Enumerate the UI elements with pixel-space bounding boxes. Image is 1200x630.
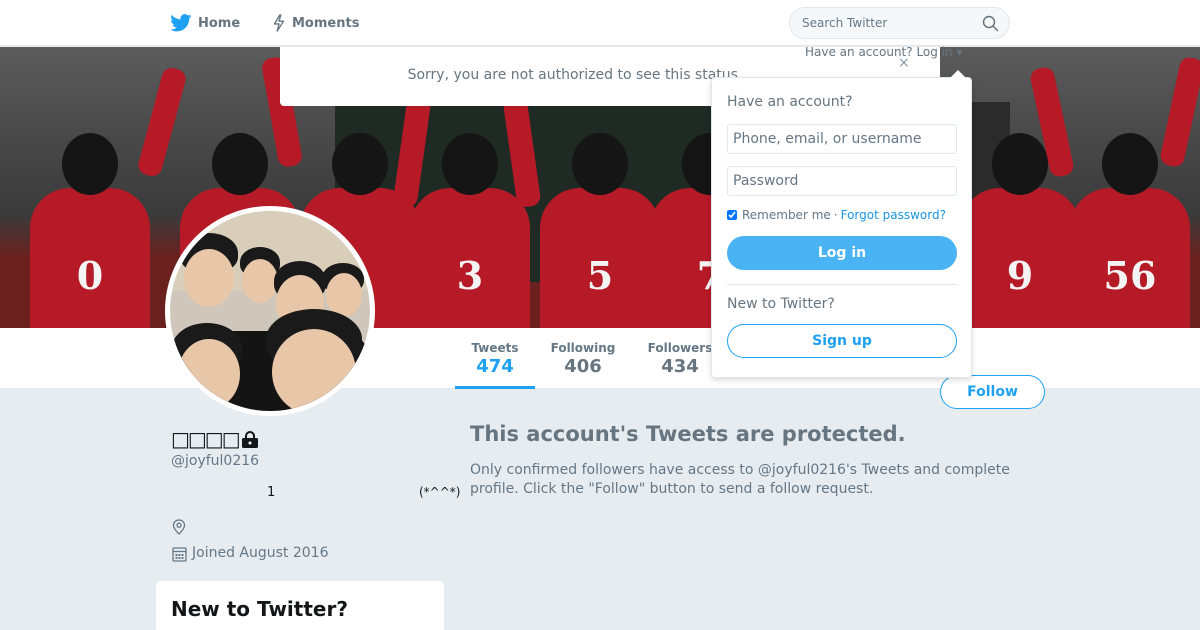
avatar[interactable] (165, 206, 375, 416)
log-in-button[interactable]: Log in (727, 236, 957, 270)
bio-emoticon: (*^^*) (419, 485, 461, 499)
calendar-icon (172, 547, 187, 562)
jersey-number: 9 (1006, 253, 1034, 298)
lightning-icon (273, 14, 285, 32)
login-heading: Have an account? (727, 94, 853, 110)
following-count-tab[interactable]: Following 406 (545, 341, 621, 377)
jersey-number: 56 (1103, 253, 1157, 298)
signup-promo-card: New to Twitter? (156, 581, 444, 630)
profile-name[interactable]: □□□□ (171, 427, 241, 451)
remember-row: Remember me · Forgot password? (727, 208, 946, 222)
jersey-number: 3 (456, 253, 484, 298)
player: 0 (30, 128, 150, 328)
nav-home-link[interactable]: Home (170, 12, 240, 34)
search-box (789, 7, 1010, 39)
player: 5 (540, 128, 660, 328)
forgot-password-link[interactable]: Forgot password? (841, 208, 946, 222)
remember-me-checkbox[interactable] (727, 210, 737, 220)
password-field[interactable] (727, 166, 957, 196)
jersey-number: 0 (76, 253, 104, 298)
twitter-bird-icon (170, 14, 192, 32)
sign-up-button[interactable]: Sign up (727, 324, 957, 358)
have-account-prompt: Have an account? Log in ▾ (805, 45, 963, 59)
location-pin-icon (172, 519, 186, 535)
dropdown-caret (950, 70, 966, 78)
join-date: Joined August 2016 (192, 545, 329, 561)
following-label: Following (550, 341, 616, 355)
nav-home-label: Home (198, 15, 241, 31)
chevron-down-icon: ▾ (956, 45, 963, 59)
protected-tweets-title: This account's Tweets are protected. (470, 422, 906, 446)
protected-tweets-body: Only confirmed followers have access to … (470, 462, 1010, 497)
login-dropdown: Have an account? Remember me · Forgot pa… (711, 70, 972, 378)
followers-count-tab[interactable]: Followers 434 (645, 341, 715, 377)
follow-button[interactable]: Follow (940, 375, 1045, 409)
top-navigation-bar: Home Moments (0, 0, 1200, 46)
have-account-text: Have an account? (805, 45, 913, 59)
nav-moments-link[interactable]: Moments (272, 12, 359, 34)
search-icon[interactable] (982, 15, 999, 32)
username-field[interactable] (727, 124, 957, 154)
followers-label: Followers (647, 341, 713, 355)
nav-moments-label: Moments (292, 15, 360, 31)
player: 3 (410, 128, 530, 328)
jersey-number: 5 (586, 253, 614, 298)
dropdown-divider (727, 284, 957, 285)
separator-dot: · (833, 208, 838, 222)
tweets-value: 474 (476, 356, 514, 377)
signup-card-title: New to Twitter? (171, 597, 348, 621)
following-value: 406 (564, 356, 602, 377)
screen-name[interactable]: @joyful0216 (171, 453, 259, 469)
player: 9 (960, 128, 1080, 328)
login-dropdown-toggle[interactable]: Log in (916, 45, 952, 59)
tweets-label: Tweets (471, 341, 519, 355)
search-input[interactable] (802, 14, 962, 32)
lock-icon (241, 431, 258, 448)
player: 56 (1070, 128, 1190, 328)
new-to-twitter-label: New to Twitter? (727, 296, 835, 312)
tweets-count-tab[interactable]: Tweets 474 (455, 341, 535, 389)
remember-me-label[interactable]: Remember me (742, 208, 831, 222)
profile-name-row: □□□□ (171, 427, 259, 451)
bio-text: 1 (267, 485, 276, 500)
followers-value: 434 (661, 356, 699, 377)
